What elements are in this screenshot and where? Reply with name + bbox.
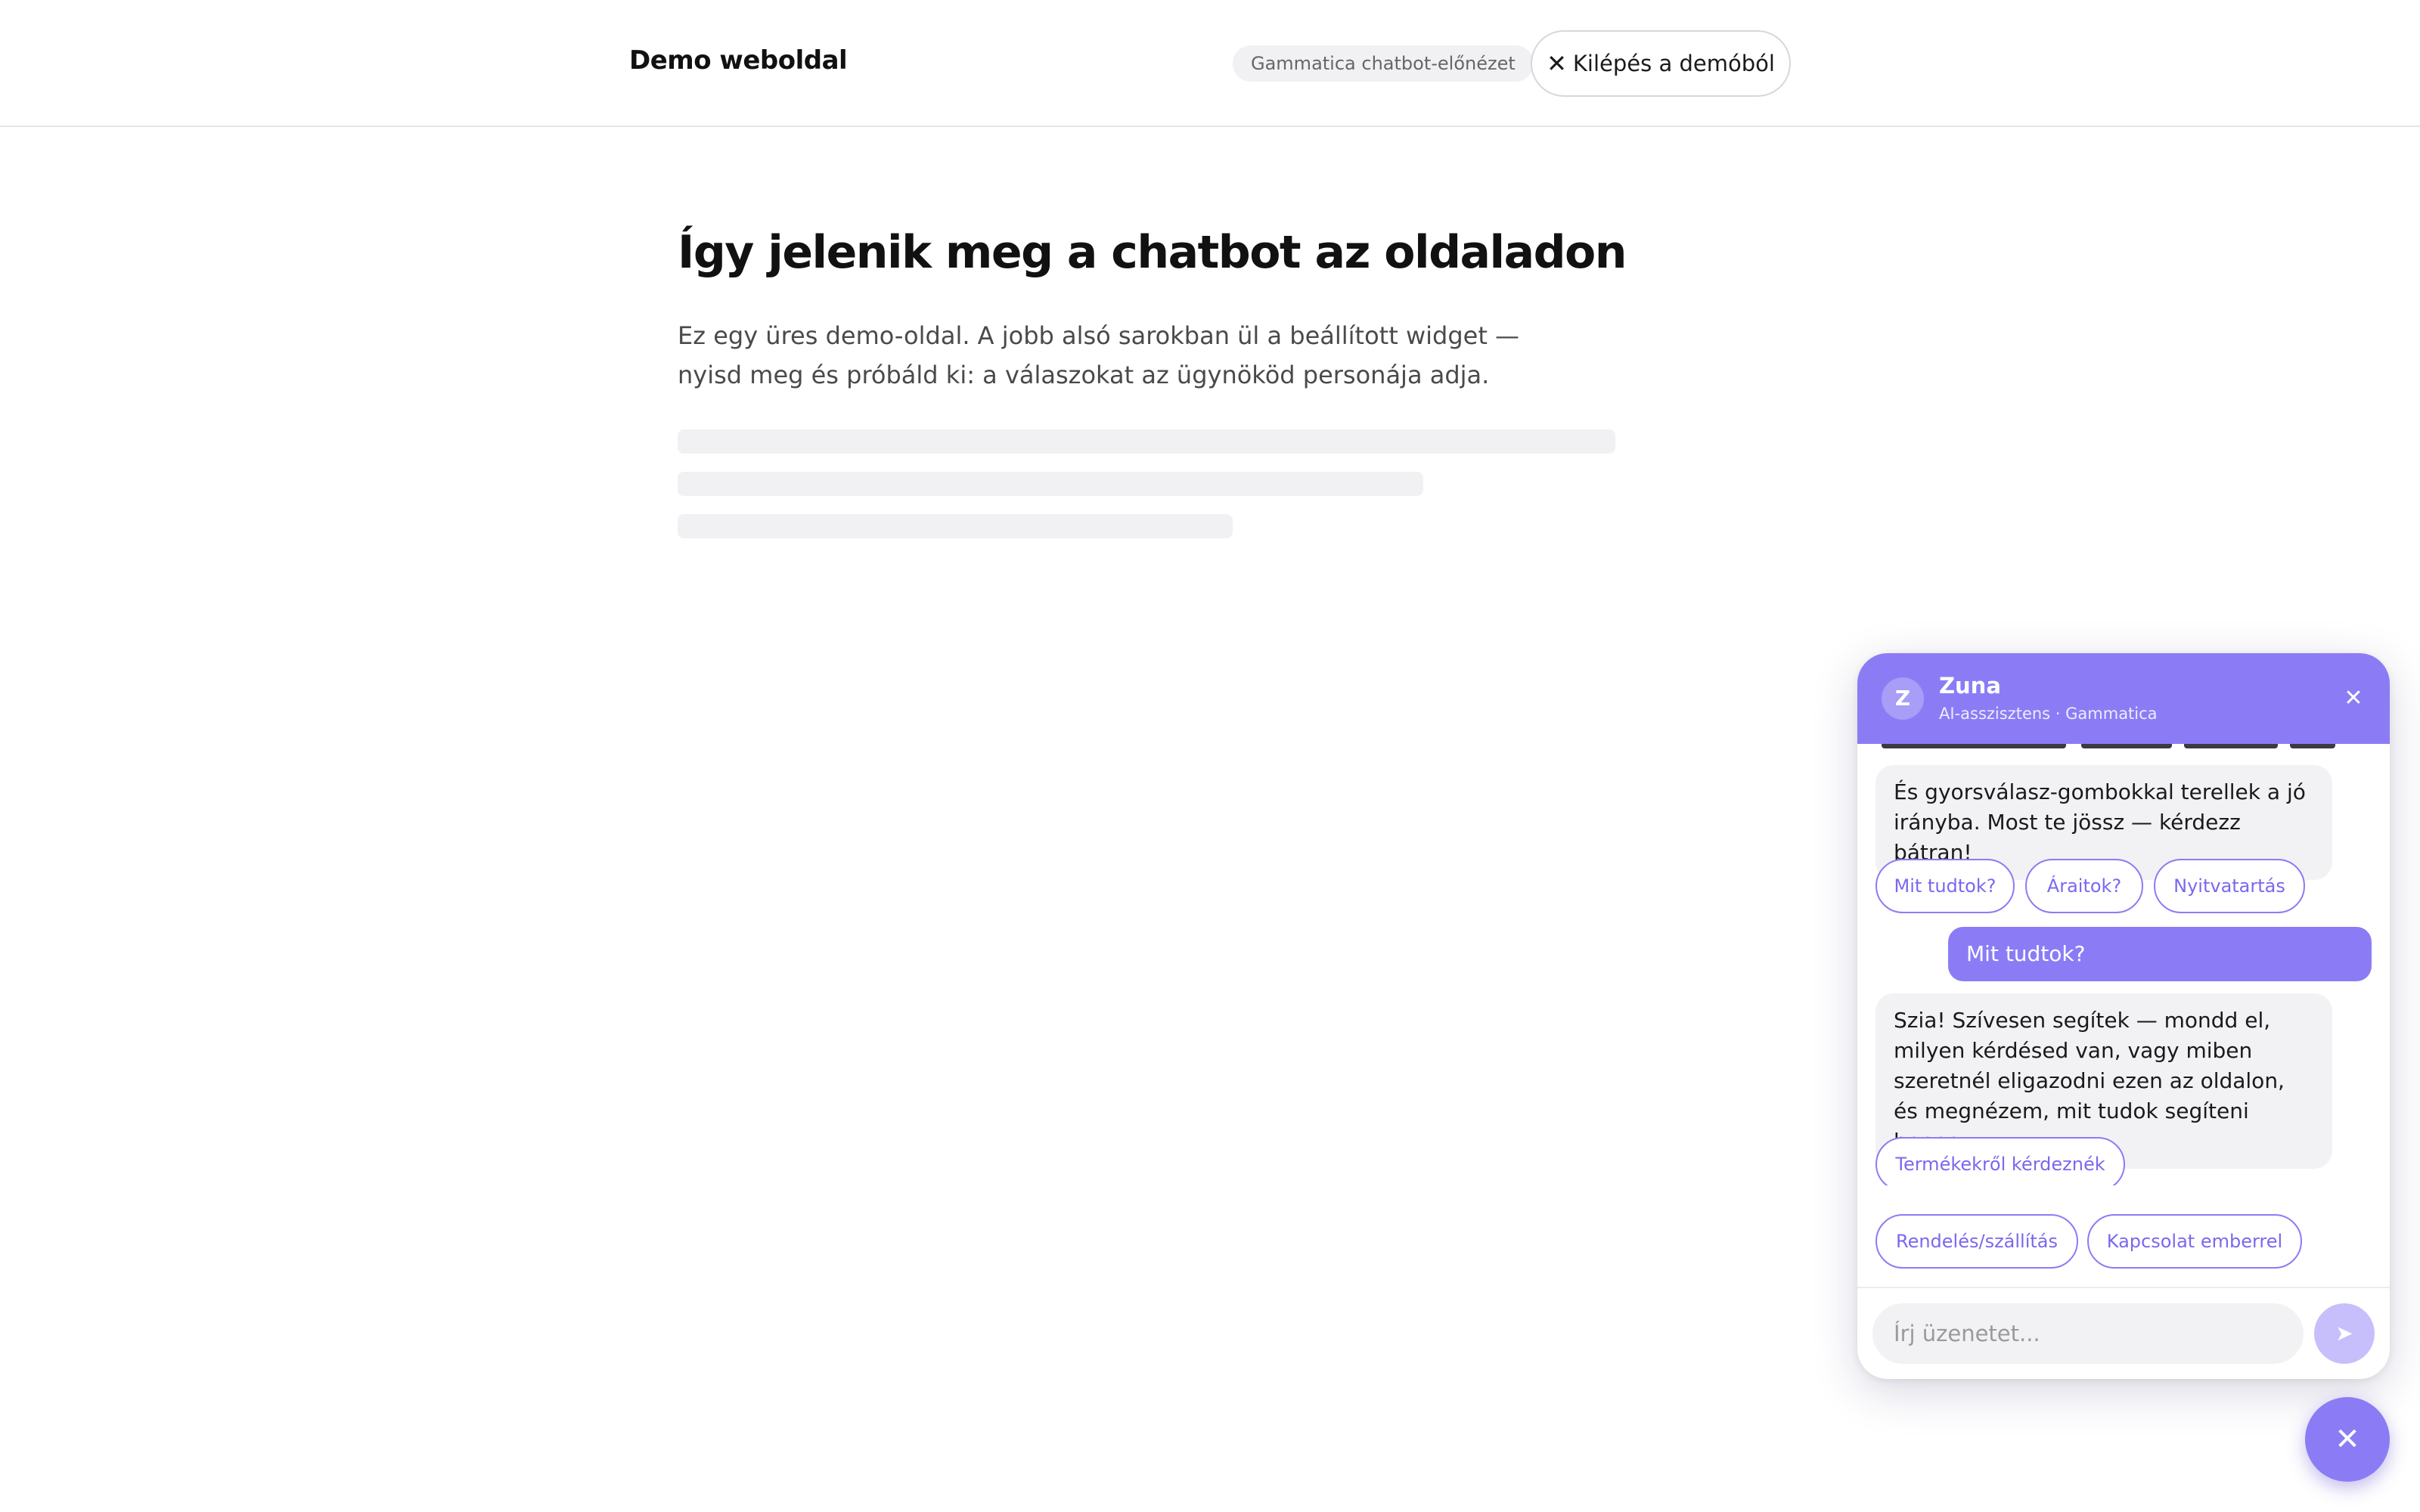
- quick-reply-button[interactable]: Mit tudtok?: [1876, 859, 2015, 913]
- page-description: Ez egy üres demo-oldal. A jobb alsó saro…: [678, 321, 1520, 389]
- message-list[interactable]: És gyorsválasz-gombokkal terellek a jó i…: [1857, 744, 2390, 1185]
- site-brand: Demo weboldal: [629, 45, 848, 76]
- skeleton-line: [678, 514, 1233, 538]
- quick-reply-button[interactable]: Nyitvatartás: [2154, 859, 2305, 913]
- skeleton-line: [678, 472, 1423, 496]
- preview-badge: Gammatica chatbot-előnézet: [1233, 45, 1534, 82]
- top-bar: Demo weboldal Gammatica chatbot-előnézet…: [0, 0, 2420, 127]
- skeleton-line: [678, 429, 1615, 454]
- quick-reply-button[interactable]: Áraitok?: [2025, 859, 2143, 913]
- quick-reply-button[interactable]: Rendelés/szállítás: [1876, 1214, 2078, 1269]
- message-input[interactable]: [1872, 1303, 2304, 1364]
- close-icon[interactable]: ✕: [2337, 682, 2370, 715]
- page-title: Így jelenik meg a chatbot az oldaladon: [678, 226, 1627, 279]
- chat-widget: Z Zuna AI-asszisztens · Gammatica ✕ És g…: [1857, 653, 2390, 1379]
- exit-demo-label: Kilépés a demóból: [1572, 51, 1775, 76]
- agent-name: Zuna: [1939, 673, 2001, 699]
- quick-reply-button[interactable]: Kapcsolat emberrel: [2087, 1214, 2302, 1269]
- chat-header: Z Zuna AI-asszisztens · Gammatica ✕: [1857, 653, 2390, 744]
- chat-toggle-close-icon[interactable]: ✕: [2305, 1397, 2390, 1482]
- quick-reply-button[interactable]: Termékekről kérdeznék: [1876, 1137, 2125, 1185]
- avatar: Z: [1882, 677, 1924, 720]
- input-divider: [1857, 1287, 2390, 1288]
- user-message: Mit tudtok?: [1948, 927, 2372, 981]
- agent-subtitle: AI-asszisztens · Gammatica: [1939, 705, 2158, 723]
- previous-content-edge: [1882, 744, 2335, 748]
- main-content: Így jelenik meg a chatbot az oldaladon E…: [678, 222, 1627, 538]
- close-icon: ✕: [1547, 49, 1567, 78]
- exit-demo-button[interactable]: ✕ Kilépés a demóból: [1531, 30, 1791, 97]
- send-icon[interactable]: ➤: [2314, 1303, 2375, 1364]
